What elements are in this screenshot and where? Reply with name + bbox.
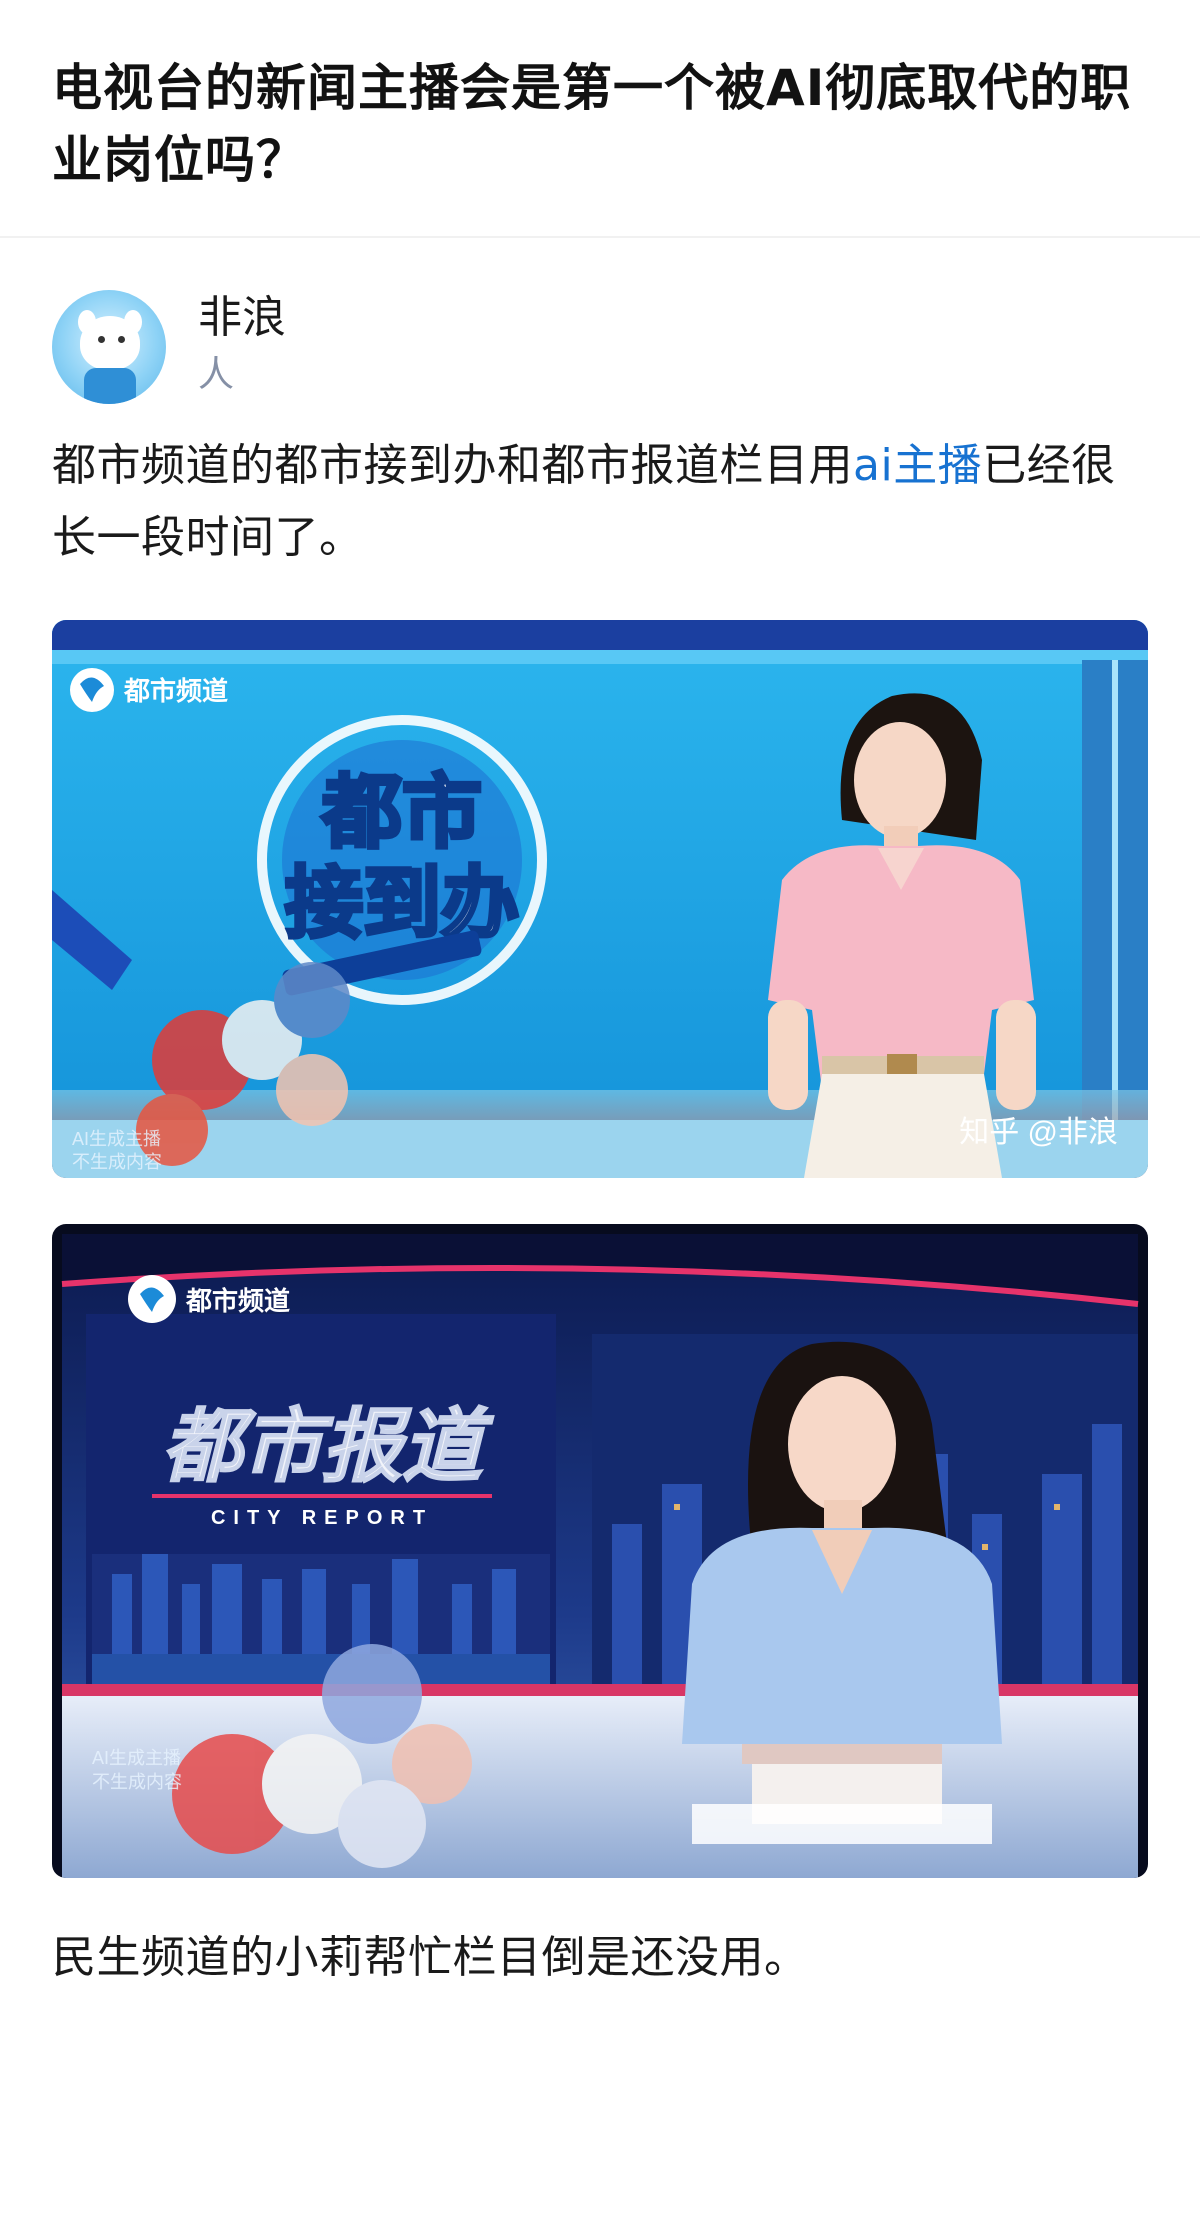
avatar-body — [84, 368, 136, 404]
show-title: 都市报道 — [162, 1402, 494, 1491]
tv-screenshot-image: 都市频道 都市 接到办 AI生成主播 不生成内容 知乎 @非浪 — [52, 620, 1148, 1178]
show-title-line2: 接到办 — [285, 859, 519, 947]
avatar-eye-left — [98, 336, 105, 343]
tv-screenshot-image: 都市频道 都市报道 CITY REPORT AI生成主播 不生成内容 — [52, 1224, 1148, 1878]
answer-image-1[interactable]: 都市频道 都市 接到办 AI生成主播 不生成内容 知乎 @非浪 — [52, 620, 1148, 1178]
channel-logo-text: 都市频道 — [185, 1286, 290, 1316]
show-title-line1: 都市 — [321, 768, 482, 857]
author-name[interactable]: 非浪 — [198, 290, 286, 346]
answer-item: 非浪 人 都市频道的都市接到办和都市报道栏目用ai主播已经很长一段时间了。 都市… — [0, 290, 1200, 1994]
ai-notice-2: 不生成内容 — [92, 1772, 182, 1792]
answer-paragraph-1: 都市频道的都市接到办和都市报道栏目用ai主播已经很长一段时间了。 — [52, 430, 1148, 574]
author-info: 非浪 人 — [52, 290, 1148, 404]
answer-paragraph-2: 民生频道的小莉帮忙栏目倒是还没用。 — [52, 1932, 809, 1983]
ai-notice-1: AI生成主播 — [72, 1129, 161, 1149]
avatar-face — [80, 316, 140, 370]
avatar-eye-right — [118, 336, 125, 343]
author-bio: 人 — [198, 354, 235, 395]
show-subtitle: CITY REPORT — [211, 1507, 433, 1529]
question-title[interactable]: 电视台的新闻主播会是第一个被AI彻底取代的职业岗位吗？ — [52, 52, 1148, 196]
paragraph-text: 都市频道的都市接到办和都市报道栏目用 — [52, 440, 853, 491]
channel-logo-text: 都市频道 — [123, 676, 228, 706]
avatar[interactable] — [52, 290, 166, 404]
zhihu-watermark: 知乎 @非浪 — [959, 1116, 1118, 1149]
question-header: 电视台的新闻主播会是第一个被AI彻底取代的职业岗位吗？ — [0, 0, 1200, 238]
ai-notice-1: AI生成主播 — [92, 1748, 181, 1768]
ai-notice-2: 不生成内容 — [72, 1152, 162, 1172]
keyword-link[interactable]: ai主播 — [853, 440, 982, 491]
answer-image-2[interactable]: 都市频道 都市报道 CITY REPORT AI生成主播 不生成内容 — [52, 1224, 1148, 1878]
